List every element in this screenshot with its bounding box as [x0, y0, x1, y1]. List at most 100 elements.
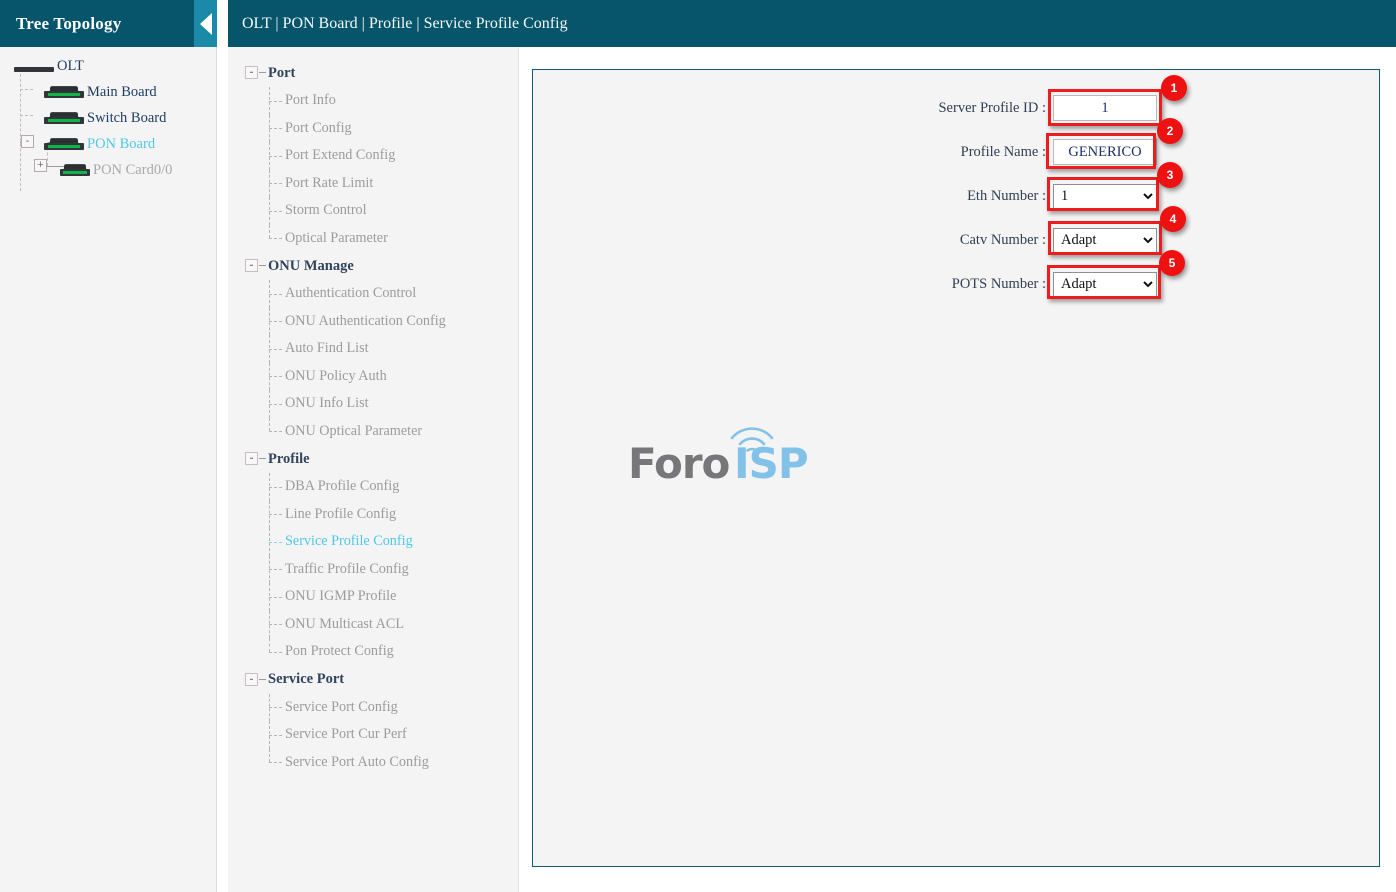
menu-item-port-config[interactable]: Port Config	[228, 114, 518, 142]
menu-item-label: Optical Parameter	[285, 229, 388, 246]
menu-group-port[interactable]: - Port	[228, 59, 518, 87]
menu-item-onu-multicast-acl[interactable]: ONU Multicast ACL	[228, 610, 518, 638]
menu-connector	[269, 293, 282, 295]
menu-item-label: Service Port Config	[285, 698, 398, 715]
tree-node-main-board[interactable]: Main Board	[0, 79, 216, 105]
menu-connector	[269, 417, 270, 432]
device-icon	[44, 85, 84, 99]
menu-item-storm-control[interactable]: Storm Control	[228, 197, 518, 225]
annotation-badge-1: 1	[1161, 75, 1187, 101]
label-server-profile-id: Server Profile ID :	[938, 99, 1046, 116]
menu-item-port-rate-limit[interactable]: Port Rate Limit	[228, 169, 518, 197]
tree-topology-sidebar: Tree Topology - + OLT Main Board Switch …	[0, 0, 217, 892]
menu-group-profile[interactable]: - Profile	[228, 445, 518, 473]
menu-item-line-profile-config[interactable]: Line Profile Config	[228, 500, 518, 528]
menu-item-authentication-control[interactable]: Authentication Control	[228, 280, 518, 308]
menu-group-service-port[interactable]: - Service Port	[228, 666, 518, 694]
tree-node-label: PON Card0/0	[93, 161, 173, 178]
menu-item-service-port-cur-perf[interactable]: Service Port Cur Perf	[228, 721, 518, 749]
menu-connector	[269, 403, 282, 405]
menu-item-label: ONU Multicast ACL	[285, 615, 405, 632]
menu-item-label: ONU Authentication Config	[285, 312, 446, 329]
label-catv-number: Catv Number :	[959, 231, 1046, 248]
label-pots-number: POTS Number :	[951, 275, 1046, 292]
menu-item-auto-find-list[interactable]: Auto Find List	[228, 335, 518, 363]
caret-left-icon[interactable]	[194, 0, 217, 47]
menu-item-dba-profile-config[interactable]: DBA Profile Config	[228, 473, 518, 501]
menu-item-port-info[interactable]: Port Info	[228, 87, 518, 115]
menu-connector	[269, 748, 270, 763]
menu-item-pon-protect-config[interactable]: Pon Protect Config	[228, 638, 518, 666]
menu-connector	[269, 624, 282, 626]
profile-name-input[interactable]	[1053, 139, 1157, 165]
menu-item-label: Authentication Control	[285, 285, 417, 302]
menu-item-label: Port Rate Limit	[285, 174, 374, 191]
service-profile-form-card: Server Profile ID : 1 Profile Name : 2	[532, 69, 1380, 867]
menu-item-onu-info-list[interactable]: ONU Info List	[228, 390, 518, 418]
tree-node-olt[interactable]: OLT	[0, 53, 216, 79]
catv-number-select[interactable]: Adapt012	[1053, 227, 1157, 253]
menu-item-traffic-profile-config[interactable]: Traffic Profile Config	[228, 555, 518, 583]
menu-item-label: ONU IGMP Profile	[285, 588, 397, 605]
tree-node-pon-card[interactable]: PON Card0/0	[0, 157, 216, 183]
menu-connector	[269, 514, 282, 516]
device-icon	[44, 137, 84, 151]
control-server-profile-id: 1	[1048, 75, 1187, 126]
eth-number-select[interactable]: 1234Adapt	[1053, 183, 1157, 209]
watermark-text-foro: Foro	[628, 439, 730, 488]
menu-connector	[269, 734, 282, 736]
menu-item-onu-policy-auth[interactable]: ONU Policy Auth	[228, 362, 518, 390]
tree-node-label: OLT	[57, 57, 84, 74]
menu-group-label: ONU Manage	[268, 257, 354, 274]
pots-number-select[interactable]: Adapt012	[1053, 271, 1157, 297]
sidebar-title: Tree Topology	[16, 13, 122, 33]
menu-item-onu-optical-parameter[interactable]: ONU Optical Parameter	[228, 417, 518, 446]
menu-connector	[269, 155, 282, 157]
menu-connector	[269, 596, 282, 598]
tree-node-pon-board[interactable]: PON Board	[0, 131, 216, 157]
menu-item-service-port-config[interactable]: Service Port Config	[228, 693, 518, 721]
menu-connector	[269, 348, 282, 350]
menu-group-label: Profile	[268, 450, 310, 467]
tree-node-label: Main Board	[87, 83, 157, 100]
menu-item-optical-parameter[interactable]: Optical Parameter	[228, 224, 518, 253]
server-profile-id-input[interactable]	[1053, 95, 1157, 121]
menu-item-label: Line Profile Config	[285, 505, 397, 522]
menu-connector	[269, 638, 270, 652]
annotation-badge-3: 3	[1157, 161, 1183, 188]
menu-connector	[259, 678, 266, 680]
annotation-badge-2: 2	[1157, 118, 1183, 144]
menu-connector	[269, 321, 282, 323]
menu-connector	[269, 238, 282, 240]
menu-item-service-port-auto-config[interactable]: Service Port Auto Config	[228, 748, 518, 777]
menu-group-toggle[interactable]: -	[245, 259, 258, 272]
navigation-menu-list: - Port Port Info Port Config Port Extend Con…	[228, 47, 518, 776]
device-icon-small	[60, 163, 90, 177]
menu-item-onu-igmp-profile[interactable]: ONU IGMP Profile	[228, 583, 518, 611]
menu-connector	[269, 486, 282, 488]
menu-item-label: Service Port Auto Config	[285, 753, 429, 770]
menu-connector	[269, 707, 282, 709]
menu-connector	[259, 72, 266, 73]
label-profile-name: Profile Name :	[960, 143, 1046, 160]
menu-item-service-profile-config[interactable]: Service Profile Config	[228, 528, 518, 556]
menu-group-toggle[interactable]: -	[245, 66, 258, 79]
menu-group-onu-manage[interactable]: - ONU Manage	[228, 252, 518, 280]
breadcrumb: OLT | PON Board | Profile | Service Prof…	[242, 14, 568, 32]
menu-connector	[259, 458, 266, 459]
menu-group-toggle[interactable]: -	[245, 452, 258, 465]
menu-connector	[269, 762, 282, 764]
label-eth-number: Eth Number :	[967, 187, 1046, 204]
menu-item-onu-authentication-config[interactable]: ONU Authentication Config	[228, 307, 518, 335]
control-pots-number: Adapt012 5	[1047, 249, 1185, 299]
tree-node-label: PON Board	[87, 135, 156, 152]
menu-item-label: ONU Policy Auth	[285, 367, 387, 384]
form-row-pots-number: POTS Number : Adapt012 5	[533, 249, 1379, 306]
content-area: Server Profile ID : 1 Profile Name : 2	[519, 47, 1396, 892]
form-actions: Confirm 6 Cancel	[533, 316, 1396, 343]
tree-node-switch-board[interactable]: Switch Board	[0, 105, 216, 131]
menu-item-label: ONU Optical Parameter	[285, 422, 423, 439]
menu-connector	[269, 541, 282, 543]
menu-item-port-extend-config[interactable]: Port Extend Config	[228, 142, 518, 170]
menu-group-toggle[interactable]: -	[245, 672, 258, 686]
